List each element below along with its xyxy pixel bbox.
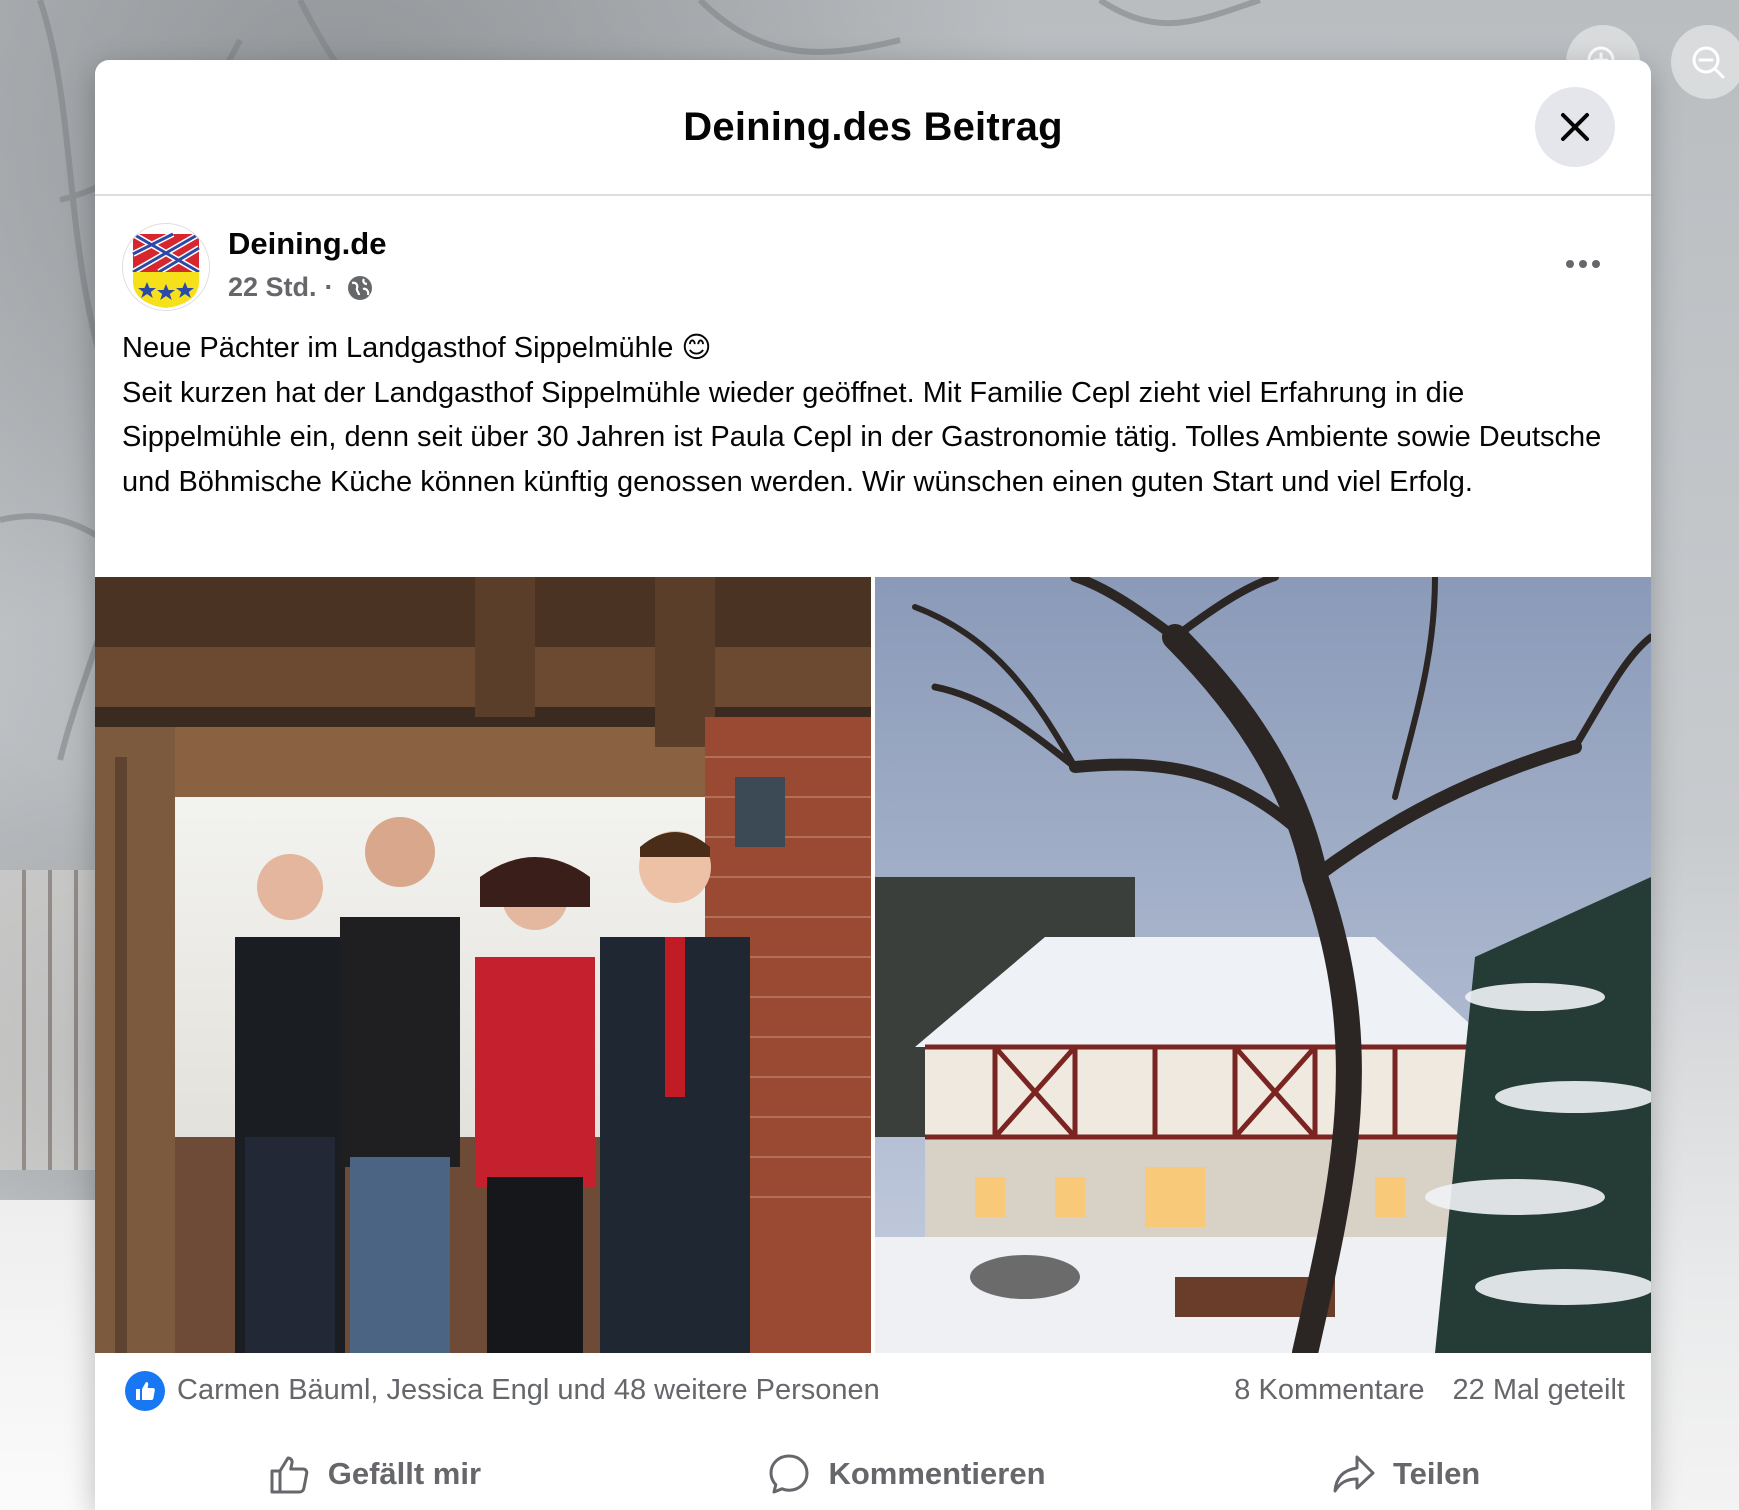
zoom-out-icon (1692, 46, 1725, 79)
photo-interior-illustration (95, 577, 871, 1353)
post-meta: 22 Std. · (228, 272, 374, 303)
page-avatar[interactable] (122, 223, 210, 311)
share-icon (1333, 1455, 1375, 1493)
post-header: Deining.de 22 Std. · (95, 196, 1651, 326)
page-name[interactable]: Deining.de (228, 226, 386, 262)
meta-separator: · (324, 272, 334, 302)
background-house (0, 870, 95, 1170)
dialog-title: Deining.des Beitrag (683, 104, 1063, 149)
like-reaction-badge[interactable] (125, 1370, 165, 1411)
photo-interior-people[interactable] (95, 577, 871, 1353)
post-message: Neue Pächter im Landgasthof Sippelmühle … (122, 326, 1623, 504)
post-actions: Gefällt mir Kommentieren Teilen (123, 1438, 1623, 1510)
close-button[interactable] (1535, 87, 1615, 167)
close-icon (1561, 113, 1589, 141)
post-message-line: Seit kurzen hat der Landgasthof Sippelmü… (122, 376, 1602, 498)
more-icon-dot (1592, 260, 1600, 268)
engagement-counts: 8 Kommentare 22 Mal geteilt (1234, 1374, 1625, 1407)
globe-icon (347, 275, 372, 300)
more-icon-dot (1566, 260, 1574, 268)
comment-label: Kommentieren (828, 1456, 1046, 1491)
comment-icon (769, 1454, 809, 1494)
comment-button[interactable]: Kommentieren (736, 1441, 1075, 1507)
reactions-bar: Carmen Bäuml, Jessica Engl und 48 weiter… (95, 1353, 1651, 1428)
photo-winter-illustration (875, 577, 1651, 1353)
like-button[interactable]: Gefällt mir (236, 1441, 511, 1507)
photo-winter-house[interactable] (875, 577, 1651, 1353)
post-time[interactable]: 22 Std. (228, 272, 317, 303)
share-button[interactable]: Teilen (1301, 1441, 1510, 1507)
zoom-out-button[interactable] (1671, 25, 1739, 99)
like-icon (270, 1456, 308, 1494)
shares-count[interactable]: 22 Mal geteilt (1453, 1374, 1626, 1407)
photo-grid (95, 577, 1651, 1353)
comments-count[interactable]: 8 Kommentare (1234, 1374, 1424, 1407)
more-icon-dot (1579, 260, 1587, 268)
more-options-button[interactable] (1553, 244, 1613, 284)
post-dialog: Deining.des Beitrag Deining.de 22 Std. ·… (95, 60, 1651, 1510)
background-snow (0, 1200, 95, 1510)
reactions-summary[interactable]: Carmen Bäuml, Jessica Engl und 48 weiter… (177, 1374, 880, 1407)
like-icon (136, 1381, 155, 1400)
coat-of-arms-logo (123, 224, 209, 310)
share-label: Teilen (1392, 1456, 1481, 1491)
post-message-line: Neue Pächter im Landgasthof Sippelmühle … (122, 332, 712, 364)
like-label: Gefällt mir (327, 1456, 482, 1491)
dialog-header: Deining.des Beitrag (95, 60, 1651, 196)
